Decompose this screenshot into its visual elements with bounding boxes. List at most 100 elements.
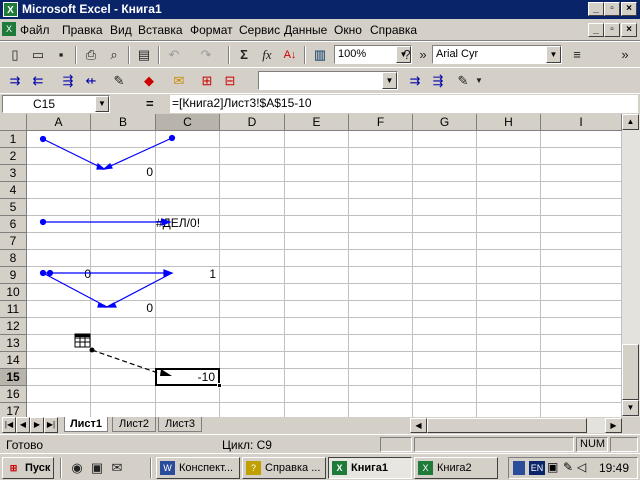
- tray-app-icon[interactable]: [513, 461, 525, 475]
- status-panel: [414, 437, 574, 452]
- scroll-left-icon[interactable]: ◀: [410, 418, 427, 433]
- doc-minimize-button[interactable]: _: [588, 23, 604, 37]
- scroll-up-icon[interactable]: ▲: [622, 114, 639, 130]
- vertical-scrollbar[interactable]: ▲ ▼: [622, 114, 640, 417]
- close-button[interactable]: ×: [621, 2, 637, 16]
- chevron-down-icon[interactable]: ▼: [474, 71, 484, 91]
- more-buttons-icon[interactable]: »: [618, 45, 632, 65]
- task-book2[interactable]: X Книга2: [414, 457, 498, 479]
- menu-format[interactable]: Формат: [190, 23, 233, 37]
- formula-input[interactable]: =[Книга2]Лист3!$A$15-10: [170, 95, 638, 113]
- menu-window[interactable]: Окно: [334, 23, 362, 37]
- scroll-down-icon[interactable]: ▼: [622, 400, 639, 416]
- quicklaunch-ie-icon[interactable]: ◉: [68, 458, 86, 478]
- arrow-dot: [39, 269, 47, 277]
- trace-dependents-2-icon[interactable]: ⇶: [427, 71, 449, 91]
- doc-restore-button[interactable]: ▫: [604, 23, 620, 37]
- remove-precedents-icon[interactable]: ⇇: [27, 71, 49, 91]
- maximize-button[interactable]: ▫: [604, 2, 620, 16]
- save-icon[interactable]: ▪: [50, 45, 72, 65]
- minimize-button[interactable]: _: [588, 2, 604, 16]
- doc-close-button[interactable]: ×: [621, 23, 637, 37]
- arrow-dot: [89, 347, 95, 353]
- task-help[interactable]: ? Справка ...: [242, 457, 326, 479]
- more-buttons-icon[interactable]: »: [417, 45, 429, 65]
- quicklaunch-desktop-icon[interactable]: ▣: [88, 458, 106, 478]
- chevron-down-icon[interactable]: ▼: [95, 96, 109, 112]
- menu-view[interactable]: Вид: [110, 23, 132, 37]
- trace-error-icon[interactable]: ◆: [138, 71, 160, 91]
- paste-icon[interactable]: ▤: [133, 45, 155, 65]
- last-sheet-icon[interactable]: ▶|: [44, 417, 58, 433]
- chevron-down-icon[interactable]: ▼: [382, 72, 397, 89]
- num-lock-indicator: NUM: [576, 437, 608, 452]
- windows-logo-icon: ⊞: [9, 463, 18, 473]
- comment-icon[interactable]: ✉: [168, 71, 190, 91]
- hscroll-thumb[interactable]: [427, 418, 587, 433]
- tab-sheet2[interactable]: Лист2: [112, 417, 156, 432]
- trace-arrow: [106, 272, 173, 308]
- remove-arrows-icon[interactable]: ✎: [108, 71, 130, 91]
- menu-data[interactable]: Данные: [284, 23, 327, 37]
- start-button[interactable]: ⊞ Пуск: [2, 457, 54, 479]
- volume-icon[interactable]: ◁: [577, 460, 586, 474]
- excel-icon: X: [418, 461, 433, 475]
- open-icon[interactable]: ▭: [27, 45, 49, 65]
- circular-reference-select[interactable]: ▼: [258, 71, 398, 90]
- trace-precedents-icon[interactable]: ⇉: [4, 71, 26, 91]
- remove-dependents-icon[interactable]: ⇷: [80, 71, 102, 91]
- scroll-thumb[interactable]: [622, 344, 639, 400]
- menu-tools[interactable]: Сервис: [239, 23, 280, 37]
- new-icon[interactable]: ▯: [4, 45, 26, 65]
- chart-wizard-icon[interactable]: ▥: [309, 45, 331, 65]
- chevron-down-icon[interactable]: ▼: [546, 46, 561, 63]
- doc-icon[interactable]: X: [2, 22, 16, 36]
- tab-sheet3[interactable]: Лист3: [158, 417, 202, 432]
- next-sheet-icon[interactable]: ▶: [30, 417, 44, 433]
- help-icon[interactable]: ?: [396, 45, 418, 65]
- function-icon[interactable]: fx: [256, 45, 278, 65]
- clear-circles-icon[interactable]: ⊟: [219, 71, 241, 91]
- zoom-value: 100%: [338, 48, 367, 60]
- arrow-head: [163, 269, 174, 277]
- menu-bar: X Файл Правка Вид Вставка Формат Сервис …: [0, 19, 640, 41]
- print-icon[interactable]: ⎙: [80, 45, 102, 65]
- name-box[interactable]: C15 ▼: [2, 95, 110, 113]
- undo-icon[interactable]: ↶: [163, 45, 185, 65]
- cell-ref: C15: [33, 97, 56, 111]
- horizontal-scrollbar[interactable]: ◀ ▶: [410, 418, 622, 433]
- title-bar: X Microsoft Excel - Книга1 _ ▫ ×: [0, 0, 640, 19]
- scroll-right-icon[interactable]: ▶: [605, 418, 622, 433]
- sort-icon[interactable]: A↓: [279, 45, 301, 65]
- arrow-dot: [168, 134, 176, 142]
- system-tray: EN ▣ ✎ ◁ 19:49: [508, 457, 638, 479]
- redo-icon[interactable]: ↷: [195, 45, 217, 65]
- menu-help[interactable]: Справка: [370, 23, 417, 37]
- preview-icon[interactable]: ⌕: [103, 45, 125, 65]
- trace-dependents-icon[interactable]: ⇶: [57, 71, 79, 91]
- align-icon[interactable]: ≡: [566, 45, 588, 65]
- circle-invalid-icon[interactable]: ⊞: [196, 71, 218, 91]
- spreadsheet-grid[interactable]: ABCDEFGHI 1 2 3 4 5 6 7 8 9 10 11 12 13 14 15 16 17 0 #Д…: [0, 114, 622, 417]
- quicklaunch-outlook-icon[interactable]: ✉: [108, 458, 126, 478]
- menu-edit[interactable]: Правка: [62, 23, 103, 37]
- task-book1[interactable]: X Книга1: [328, 457, 412, 479]
- autosum-icon[interactable]: Σ: [233, 45, 255, 65]
- trace-arrow: [103, 137, 173, 170]
- tray-display-icon[interactable]: ▣: [547, 460, 558, 474]
- task-label: Книга2: [437, 462, 472, 474]
- excel-icon[interactable]: X: [3, 2, 18, 17]
- tab-sheet1[interactable]: Лист1: [64, 417, 108, 432]
- prev-sheet-icon[interactable]: ◀: [16, 417, 30, 433]
- task-word[interactable]: W Конспект...: [156, 457, 240, 479]
- menu-file[interactable]: Файл: [20, 23, 50, 37]
- remove-arrows-2-icon[interactable]: ✎: [452, 71, 474, 91]
- tray-pen-icon[interactable]: ✎: [563, 460, 573, 474]
- font-select[interactable]: Arial Cyr ▼: [432, 45, 562, 64]
- audit-arrows: [39, 134, 176, 376]
- trace-precedents-2-icon[interactable]: ⇉: [404, 71, 426, 91]
- task-label: Конспект...: [179, 462, 234, 474]
- language-indicator[interactable]: EN: [529, 461, 545, 475]
- first-sheet-icon[interactable]: |◀: [2, 417, 16, 433]
- menu-insert[interactable]: Вставка: [138, 23, 183, 37]
